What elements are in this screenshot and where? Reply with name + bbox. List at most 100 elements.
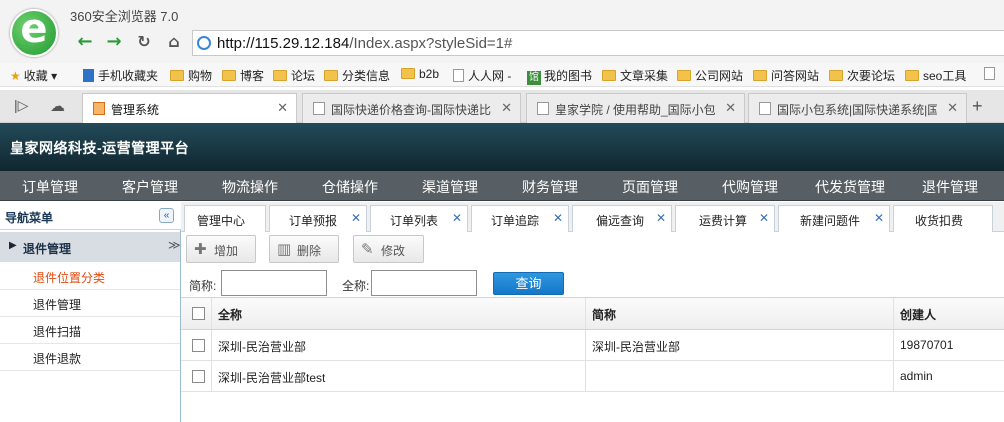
bookmark-item[interactable]: 购物 [170,67,212,84]
bookmark-item[interactable]: seo工具 [905,67,966,84]
back-arrow-icon[interactable]: ← [74,31,96,53]
cloud-icon[interactable]: ☁ [50,97,65,115]
tab-page-icon [759,102,771,115]
close-icon[interactable]: ✕ [759,211,769,225]
refresh-icon[interactable]: ↻ [133,31,155,53]
caret-right-icon: ▶ [9,240,17,251]
folder-icon [905,70,919,81]
bookmark-item[interactable]: 论坛 [273,67,315,84]
book-icon: 馆 [527,71,541,85]
url-host: http://115.29.12.184 [217,35,350,52]
tab-freight-calc[interactable]: 运费计算 ✕ [675,205,775,232]
close-icon[interactable]: ✕ [656,211,666,225]
page-icon [984,67,995,80]
edit-button[interactable]: ✎ 修改 [353,235,424,263]
menu-item[interactable]: 仓储操作 [322,177,378,197]
collapse-icon[interactable]: « [159,208,174,223]
row-checkbox[interactable] [192,370,205,383]
close-icon[interactable]: ✕ [351,211,361,225]
add-button[interactable]: ✚ 增加 [186,235,256,263]
bookmark-item[interactable]: 问答网站 [753,67,819,84]
pencil-icon: ✎ [361,241,374,258]
query-button[interactable]: 查询 [493,272,564,295]
menu-item[interactable]: 页面管理 [622,177,678,197]
sidebar-group-return[interactable]: ▶ 退件管理 ≫ [0,232,181,262]
folder-icon [753,70,767,81]
menu-item[interactable]: 订单管理 [22,177,78,197]
select-all-checkbox[interactable] [192,307,205,320]
menu-item[interactable]: 代购管理 [722,177,778,197]
forward-arrow-icon[interactable]: → [103,31,125,53]
bookmark-item[interactable]: 馆我的图书 [527,67,592,85]
sidebar-item-return-manage[interactable]: 退件管理 [0,290,180,317]
delete-button[interactable]: ▥ 删除 [269,235,339,263]
close-icon[interactable]: ✕ [553,211,563,225]
browser-tab[interactable]: 国际小包系统|国际快递系统|国 ✕ [748,93,967,123]
bookmark-item[interactable]: 公司网站 [677,67,743,84]
chevron-down-icon[interactable]: ≫ [168,238,181,252]
close-icon[interactable]: ✕ [874,211,884,225]
menu-item[interactable]: 财务管理 [522,177,578,197]
menu-item[interactable]: 物流操作 [222,177,278,197]
bookmark-item[interactable]: 分类信息 [324,67,390,84]
bookmark-item[interactable]: 手机收藏夹 [83,67,158,84]
sidebar-item-return-location[interactable]: 退件位置分类 [0,263,180,290]
column-header[interactable]: 创建人 [894,298,1004,329]
browser-tab[interactable]: 皇家学院 / 使用帮助_国际小包 ✕ [526,93,745,123]
row-checkbox[interactable] [192,339,205,352]
menu-item[interactable]: 退件管理 [922,177,978,197]
grid-header: 全称 简称 创建人 [181,298,1004,330]
full-name-cell: 深圳-民治营业部test [212,361,586,391]
column-header[interactable]: 简称 [586,298,894,329]
full-name-input[interactable] [371,270,477,296]
tab-label: 新建问题件 [800,214,861,228]
tab-order-forecast[interactable]: 订单预报 ✕ [269,205,367,232]
sidebar-item-return-refund[interactable]: 退件退款 [0,344,180,371]
address-url: http://115.29.12.184/Index.aspx?styleSid… [217,35,512,52]
bookmark-item[interactable] [984,67,999,81]
sidebar-item-return-scan[interactable]: 退件扫描 [0,317,180,344]
bookmark-item[interactable]: b2b [401,67,439,81]
menu-item[interactable]: 渠道管理 [422,177,478,197]
address-bar[interactable]: http://115.29.12.184/Index.aspx?styleSid… [192,30,1004,56]
bookmark-item[interactable]: 人人网 - [453,67,511,84]
sidebar-toggle-icon[interactable]: |▷ [14,97,28,114]
sidebar-title: 导航菜单 [5,211,54,225]
bookmark-item[interactable]: 文章采集 [602,67,668,84]
star-icon: ★ [10,69,21,83]
browser-title: 360安全浏览器 7.0 [70,9,179,24]
close-icon[interactable]: ✕ [501,100,512,116]
menu-item[interactable]: 客户管理 [122,177,178,197]
home-icon[interactable]: ⌂ [163,31,185,53]
browser-tab-active[interactable]: 管理系统 ✕ [82,93,297,124]
short-name-input[interactable] [221,270,327,296]
close-icon[interactable]: ✕ [947,100,958,116]
tab-receive-fee[interactable]: 收货扣费 [893,205,993,232]
tab-remote-query[interactable]: 偏远查询 ✕ [572,205,672,232]
close-icon[interactable]: ✕ [725,100,736,116]
tab-home[interactable]: 管理中心 [184,205,266,232]
sidebar-header: 导航菜单 « [0,202,181,230]
folder-icon [170,70,184,81]
table-row[interactable]: 深圳-民治营业部test admin [181,361,1004,392]
tab-new-issue[interactable]: 新建问题件 ✕ [778,205,890,232]
column-header[interactable]: 全称 [212,298,586,329]
tab-label: 订单列表 [390,214,439,228]
tab-order-list[interactable]: 订单列表 ✕ [370,205,468,232]
bookmark-item[interactable]: 次要论坛 [829,67,895,84]
table-row[interactable]: 深圳-民治营业部 深圳-民治营业部 19870701 [181,330,1004,361]
tab-order-tracking[interactable]: 订单追踪 ✕ [471,205,569,232]
close-icon[interactable]: ✕ [277,100,288,116]
phone-icon [83,69,94,82]
bookmark-favorites[interactable]: ★ 收藏 ▾ [10,67,57,84]
new-tab-icon[interactable]: + [972,96,983,117]
browser-tab[interactable]: 国际快递价格查询-国际快递比 ✕ [302,93,521,123]
creator-cell: 19870701 [894,330,1004,360]
sidebar-item-label: 退件退款 [33,352,82,366]
bookmark-item[interactable]: 博客 [222,67,264,84]
main-menu: 订单管理 客户管理 物流操作 仓储操作 渠道管理 财务管理 页面管理 代购管理 … [0,171,1004,201]
tab-label: 皇家学院 / 使用帮助_国际小包 [555,103,715,117]
cell-text: 深圳-民治营业部 [592,340,680,354]
close-icon[interactable]: ✕ [452,211,462,225]
menu-item[interactable]: 代发货管理 [815,177,885,197]
